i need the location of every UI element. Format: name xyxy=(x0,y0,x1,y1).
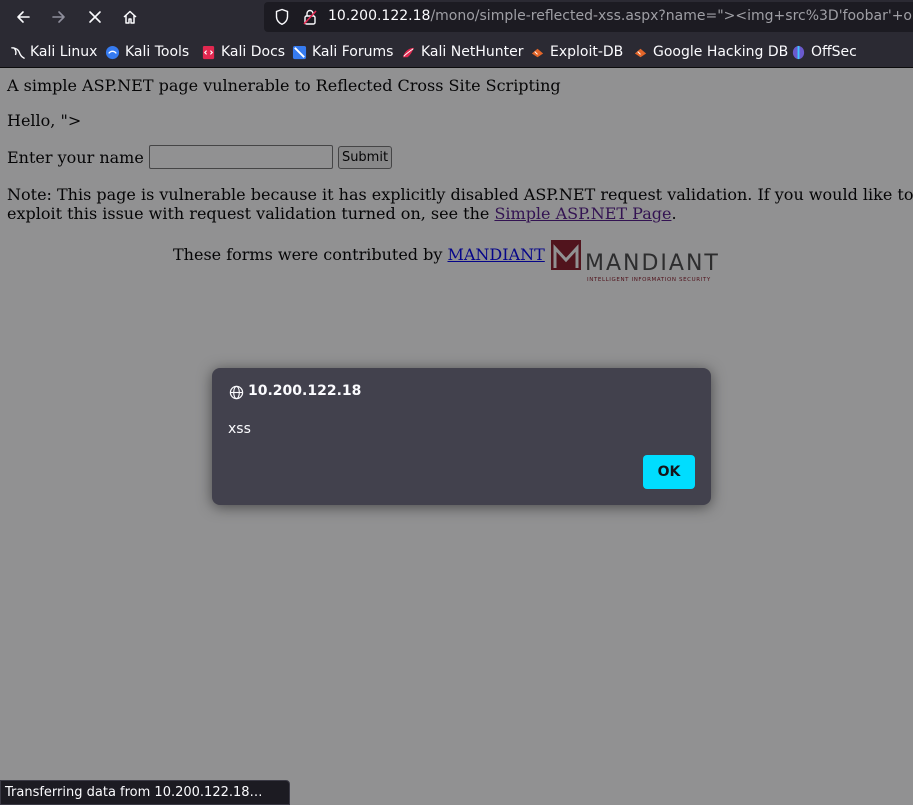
stop-button[interactable] xyxy=(81,3,109,31)
ghdb-icon xyxy=(634,48,647,57)
arrow-right-icon xyxy=(52,11,65,23)
bookmark-label: Kali Forums xyxy=(312,44,394,60)
bookmark-kali-tools[interactable]: Kali Tools xyxy=(105,43,189,61)
arrow-left-icon xyxy=(17,11,30,23)
bookmark-label: OffSec xyxy=(811,44,857,60)
shield-icon[interactable] xyxy=(274,8,290,26)
bookmark-label: Kali Docs xyxy=(221,44,286,60)
bookmark-label: Kali Linux xyxy=(30,44,98,60)
bookmark-offsec[interactable]: OffSec xyxy=(791,43,857,61)
back-button[interactable] xyxy=(9,3,37,31)
insecure-lock-icon[interactable] xyxy=(302,8,318,26)
url-path: /mono/simple-reflected-xss.aspx?name="><… xyxy=(430,8,913,24)
nethunter-icon xyxy=(402,47,415,57)
url-text[interactable]: 10.200.122.18/mono/simple-reflected-xss.… xyxy=(328,8,913,24)
bookmark-kali-nethunter[interactable]: Kali NetHunter xyxy=(401,43,523,61)
kali-forums-icon xyxy=(292,45,307,59)
home-button[interactable] xyxy=(116,3,144,31)
bookmark-label: Google Hacking DB xyxy=(653,44,789,60)
forward-button[interactable] xyxy=(45,3,73,31)
bookmark-label: Exploit-DB xyxy=(550,44,624,60)
bookmark-label: Kali NetHunter xyxy=(421,44,524,60)
kali-dragon-icon xyxy=(11,46,25,59)
status-bar: Transferring data from 10.200.122.18… xyxy=(0,780,290,805)
ok-button[interactable]: OK xyxy=(643,455,695,489)
exploit-db-icon xyxy=(531,48,544,57)
dialog-title: 10.200.122.18 xyxy=(248,383,362,399)
bookmark-google-hacking-db[interactable]: Google Hacking DB xyxy=(633,43,788,61)
bookmark-kali-linux[interactable]: Kali Linux xyxy=(10,43,97,61)
bookmarks-bar: Kali Linux Kali Tools Kali Docs Kali For… xyxy=(0,34,913,68)
home-icon xyxy=(123,10,137,24)
alert-dialog: 10.200.122.18 xss OK xyxy=(212,368,711,505)
url-host: 10.200.122.18 xyxy=(328,8,431,24)
kali-tools-icon xyxy=(105,45,120,59)
close-icon xyxy=(89,11,101,23)
url-bar[interactable]: 10.200.122.18/mono/simple-reflected-xss.… xyxy=(264,2,913,32)
globe-icon xyxy=(229,385,244,400)
bookmark-exploit-db[interactable]: Exploit-DB xyxy=(530,43,623,61)
dialog-message: xss xyxy=(228,421,251,437)
bookmark-label: Kali Tools xyxy=(125,44,190,60)
bookmark-kali-docs[interactable]: Kali Docs xyxy=(201,43,285,61)
kali-docs-icon xyxy=(202,45,215,59)
browser-toolbar: 10.200.122.18/mono/simple-reflected-xss.… xyxy=(0,0,913,34)
bookmark-kali-forums[interactable]: Kali Forums xyxy=(292,43,393,61)
offsec-icon xyxy=(792,45,805,59)
